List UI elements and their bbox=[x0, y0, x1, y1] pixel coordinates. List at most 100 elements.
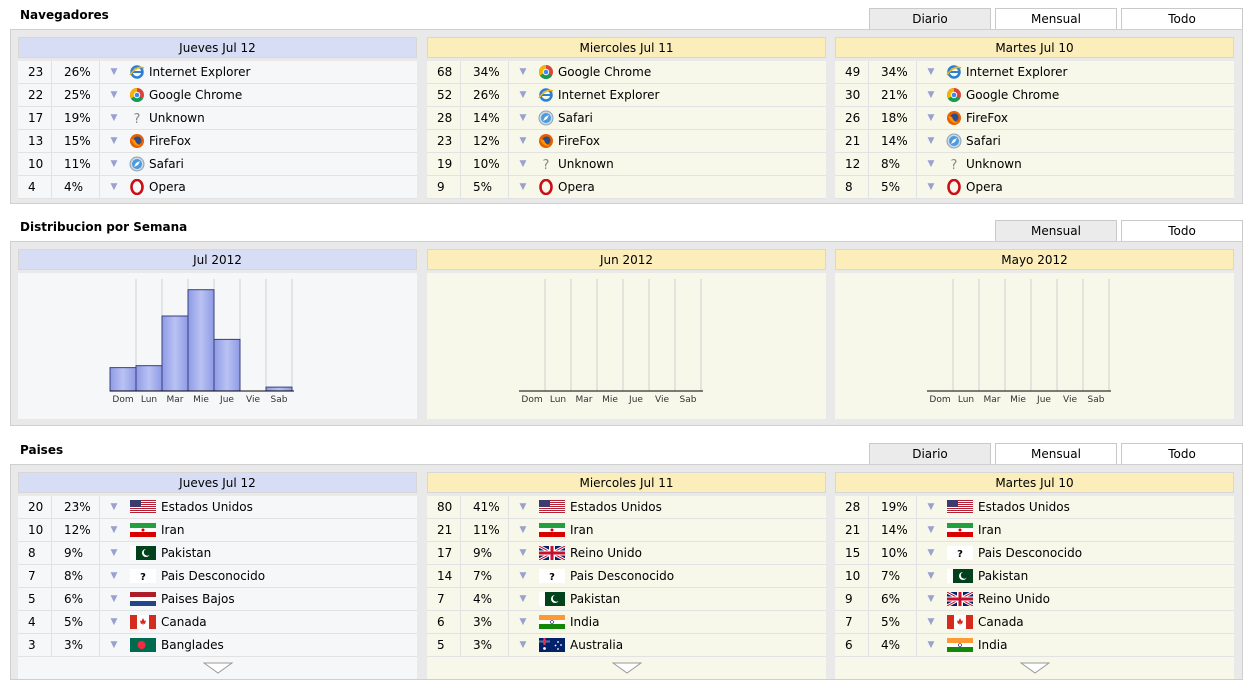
table-row: 23 26% ▼ Internet Explorer bbox=[18, 61, 417, 84]
visit-count: 23 bbox=[427, 130, 461, 152]
table-row: 15 10% ▼? Pais Desconocido bbox=[835, 542, 1234, 565]
dropdown-arrow-icon[interactable]: ▼ bbox=[100, 136, 128, 146]
table-row: 6 3% ▼ India bbox=[427, 611, 826, 634]
table-row: 7 5% ▼ Canada bbox=[835, 611, 1234, 634]
dropdown-arrow-icon[interactable]: ▼ bbox=[509, 136, 537, 146]
svg-text:?: ? bbox=[543, 158, 550, 172]
dropdown-arrow-icon[interactable]: ▼ bbox=[100, 67, 128, 77]
svg-text:?: ? bbox=[134, 112, 141, 126]
visit-count: 28 bbox=[835, 496, 869, 518]
column-header: Martes Jul 10 bbox=[835, 37, 1234, 58]
dropdown-arrow-icon[interactable]: ▼ bbox=[100, 571, 128, 581]
tab-diario[interactable]: Diario bbox=[869, 443, 991, 464]
dropdown-arrow-icon[interactable]: ▼ bbox=[917, 617, 945, 627]
dropdown-arrow-icon[interactable]: ▼ bbox=[509, 113, 537, 123]
dropdown-arrow-icon[interactable]: ▼ bbox=[509, 571, 537, 581]
dropdown-arrow-icon[interactable]: ▼ bbox=[917, 640, 945, 650]
country-name: Pais Desconocido bbox=[161, 569, 266, 583]
country-name: Estados Unidos bbox=[570, 500, 662, 514]
visit-count: 10 bbox=[835, 565, 869, 587]
unknown-icon: ? bbox=[128, 110, 146, 126]
dropdown-arrow-icon[interactable]: ▼ bbox=[100, 502, 128, 512]
dropdown-arrow-icon[interactable]: ▼ bbox=[509, 159, 537, 169]
dropdown-arrow-icon[interactable]: ▼ bbox=[100, 548, 128, 558]
table-row: 30 21% ▼ Google Chrome bbox=[835, 84, 1234, 107]
dropdown-arrow-icon[interactable]: ▼ bbox=[917, 67, 945, 77]
table-row: 4 5% ▼ Canada bbox=[18, 611, 417, 634]
dropdown-arrow-icon[interactable]: ▼ bbox=[917, 159, 945, 169]
dropdown-arrow-icon[interactable]: ▼ bbox=[509, 617, 537, 627]
dropdown-arrow-icon[interactable]: ▼ bbox=[100, 182, 128, 192]
dropdown-arrow-icon[interactable]: ▼ bbox=[509, 90, 537, 100]
dropdown-arrow-icon[interactable]: ▼ bbox=[917, 548, 945, 558]
tick-label-dom: Dom bbox=[521, 395, 542, 405]
dropdown-arrow-icon[interactable]: ▼ bbox=[509, 67, 537, 77]
dropdown-arrow-icon[interactable]: ▼ bbox=[509, 182, 537, 192]
navegadores-title: Navegadores bbox=[20, 8, 109, 22]
tick-label-sab: Sab bbox=[271, 395, 288, 405]
flag-bd-icon bbox=[128, 638, 158, 652]
dropdown-arrow-icon[interactable]: ▼ bbox=[917, 571, 945, 581]
tab-mensual[interactable]: Mensual bbox=[995, 220, 1117, 241]
tab-diario[interactable]: Diario bbox=[869, 8, 991, 29]
expand-icon[interactable] bbox=[835, 657, 1234, 679]
visit-count: 17 bbox=[427, 542, 461, 564]
dropdown-arrow-icon[interactable]: ▼ bbox=[917, 182, 945, 192]
expand-icon[interactable] bbox=[427, 657, 826, 679]
dropdown-arrow-icon[interactable]: ▼ bbox=[917, 136, 945, 146]
visit-count: 7 bbox=[835, 611, 869, 633]
tab-todo[interactable]: Todo bbox=[1121, 443, 1243, 464]
tick-label-mie: Mie bbox=[602, 395, 618, 405]
dropdown-arrow-icon[interactable]: ▼ bbox=[100, 159, 128, 169]
visit-count: 7 bbox=[18, 565, 52, 587]
dropdown-arrow-icon[interactable]: ▼ bbox=[917, 525, 945, 535]
country-name: Paises Bajos bbox=[161, 592, 235, 606]
visit-count: 14 bbox=[427, 565, 461, 587]
dropdown-arrow-icon[interactable]: ▼ bbox=[509, 502, 537, 512]
dropdown-arrow-icon[interactable]: ▼ bbox=[100, 113, 128, 123]
country-name: Pakistan bbox=[978, 569, 1029, 583]
visit-count: 20 bbox=[18, 496, 52, 518]
dropdown-arrow-icon[interactable]: ▼ bbox=[100, 617, 128, 627]
tab-todo[interactable]: Todo bbox=[1121, 220, 1243, 241]
dropdown-arrow-icon[interactable]: ▼ bbox=[100, 90, 128, 100]
dropdown-arrow-icon[interactable]: ▼ bbox=[100, 525, 128, 535]
visit-percent: 7% bbox=[869, 565, 917, 587]
visit-count: 80 bbox=[427, 496, 461, 518]
visit-percent: 4% bbox=[869, 634, 917, 656]
dropdown-arrow-icon[interactable]: ▼ bbox=[509, 548, 537, 558]
dropdown-arrow-icon[interactable]: ▼ bbox=[100, 640, 128, 650]
visit-percent: 3% bbox=[461, 611, 509, 633]
tab-todo[interactable]: Todo bbox=[1121, 8, 1243, 29]
dropdown-arrow-icon[interactable]: ▼ bbox=[509, 525, 537, 535]
country-name: Estados Unidos bbox=[978, 500, 1070, 514]
flag-pk-icon bbox=[945, 569, 975, 583]
visit-percent: 12% bbox=[52, 519, 100, 541]
column-header: Miercoles Jul 11 bbox=[427, 472, 826, 493]
expand-icon[interactable] bbox=[18, 657, 417, 679]
dropdown-arrow-icon[interactable]: ▼ bbox=[917, 594, 945, 604]
week-chart-svg: Dom Lun Mar Mie Jue Vie Sab bbox=[519, 279, 703, 405]
table-row: 49 34% ▼ Internet Explorer bbox=[835, 61, 1234, 84]
dropdown-arrow-icon[interactable]: ▼ bbox=[917, 502, 945, 512]
column-0: Jueves Jul 12 20 23% ▼ Estados Unidos 10 12% ▼ I… bbox=[18, 472, 417, 679]
browser-name: Opera bbox=[966, 180, 1003, 194]
dropdown-arrow-icon[interactable]: ▼ bbox=[509, 640, 537, 650]
dropdown-arrow-icon[interactable]: ▼ bbox=[509, 594, 537, 604]
dropdown-arrow-icon[interactable]: ▼ bbox=[917, 90, 945, 100]
column-header: Jul 2012 bbox=[18, 249, 417, 270]
navegadores-panel: Jueves Jul 12 23 26% ▼ Internet Explorer 22 25… bbox=[10, 29, 1243, 204]
country-name: Pakistan bbox=[161, 546, 212, 560]
column-1: Miercoles Jul 11 68 34% ▼ Google Chrome 52 26%… bbox=[427, 37, 826, 199]
tab-mensual[interactable]: Mensual bbox=[995, 8, 1117, 29]
dropdown-arrow-icon[interactable]: ▼ bbox=[100, 594, 128, 604]
tab-mensual[interactable]: Mensual bbox=[995, 443, 1117, 464]
visit-percent: 5% bbox=[461, 176, 509, 198]
tick-label-dom: Dom bbox=[112, 395, 133, 405]
visit-count: 4 bbox=[18, 611, 52, 633]
visit-percent: 5% bbox=[52, 611, 100, 633]
table-row: 7 4% ▼ Pakistan bbox=[427, 588, 826, 611]
chart-column-0: Jul 2012 Dom Lun Mar Mie Jue Vie Sab bbox=[18, 249, 417, 419]
safari-icon bbox=[945, 133, 963, 149]
dropdown-arrow-icon[interactable]: ▼ bbox=[917, 113, 945, 123]
